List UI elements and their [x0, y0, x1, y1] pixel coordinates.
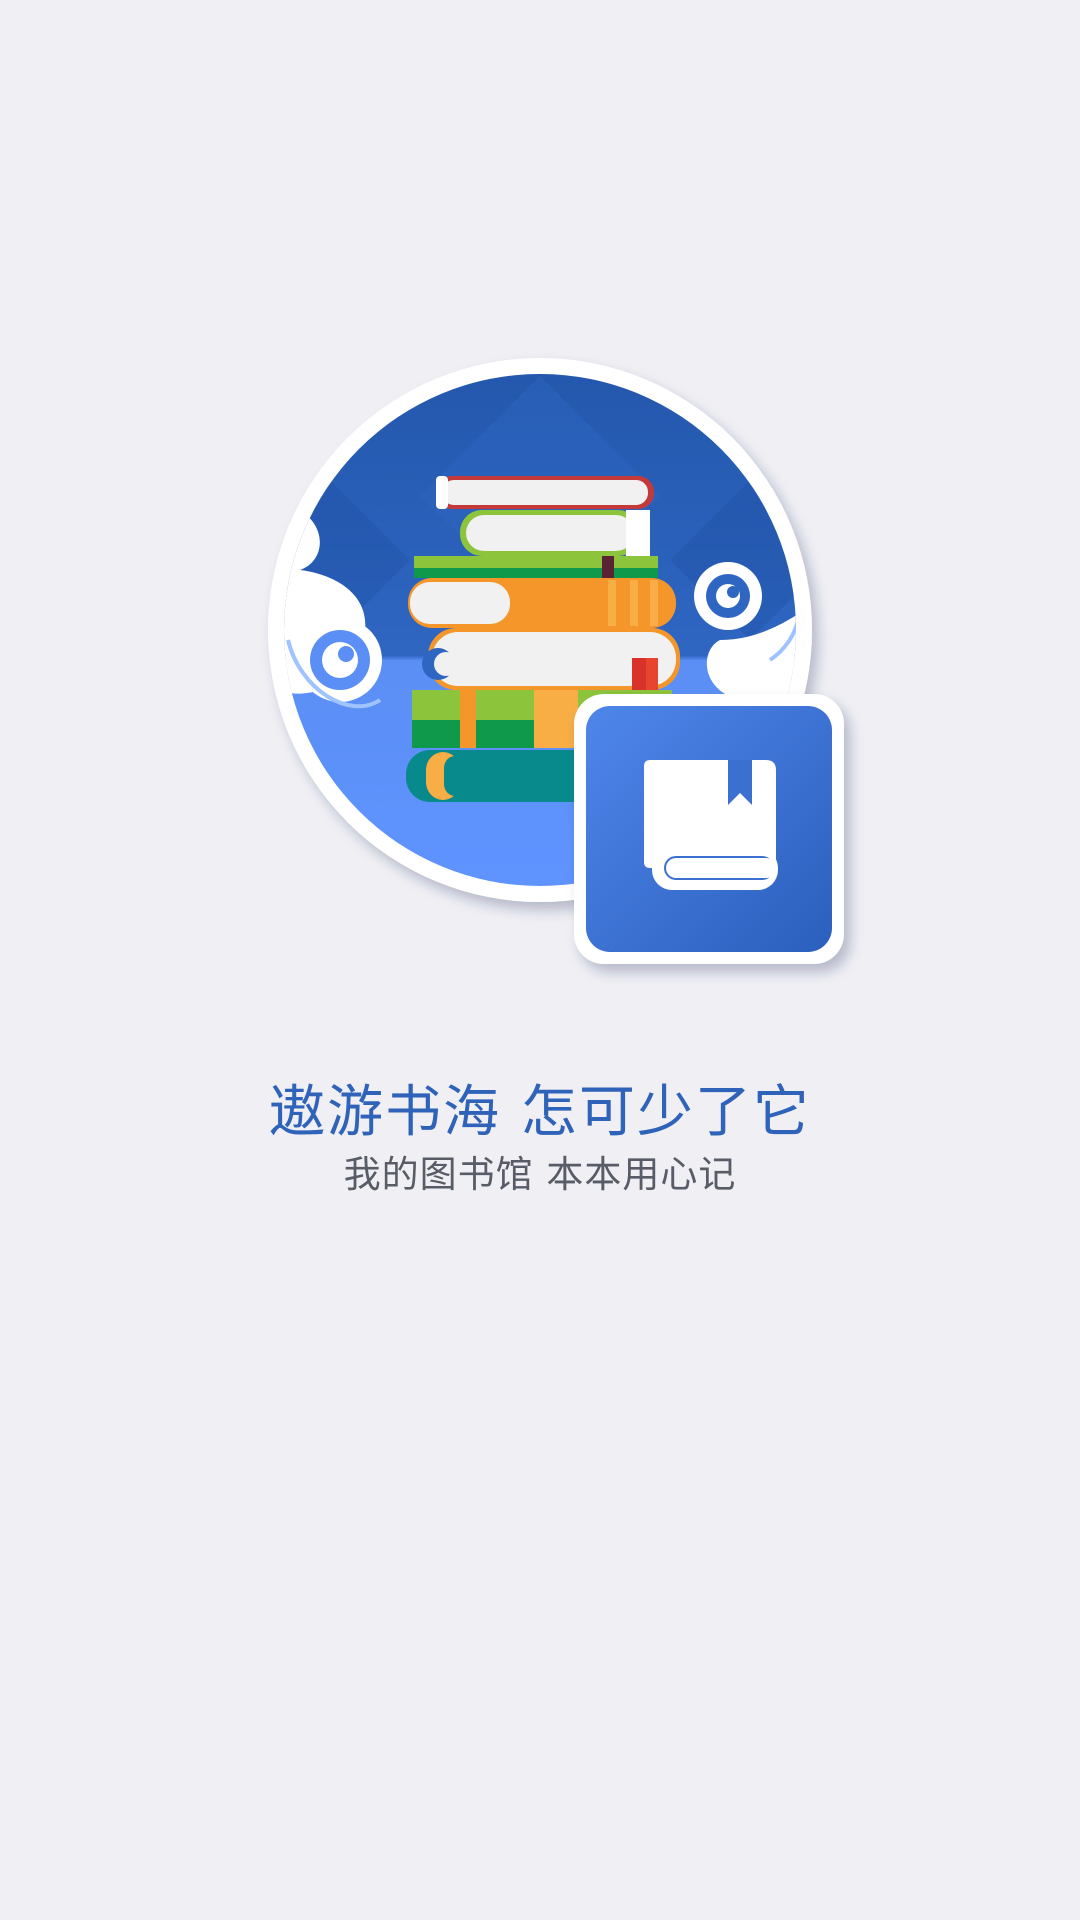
bookmarked-book-icon [574, 694, 844, 964]
subline: 我的图书馆 本本用心记 [343, 1153, 737, 1196]
headline: 遨游书海 怎可少了它 [269, 1080, 811, 1145]
splash-illustration [268, 358, 844, 964]
splash-screen: 遨游书海 怎可少了它 我的图书馆 本本用心记 [0, 0, 1080, 1920]
